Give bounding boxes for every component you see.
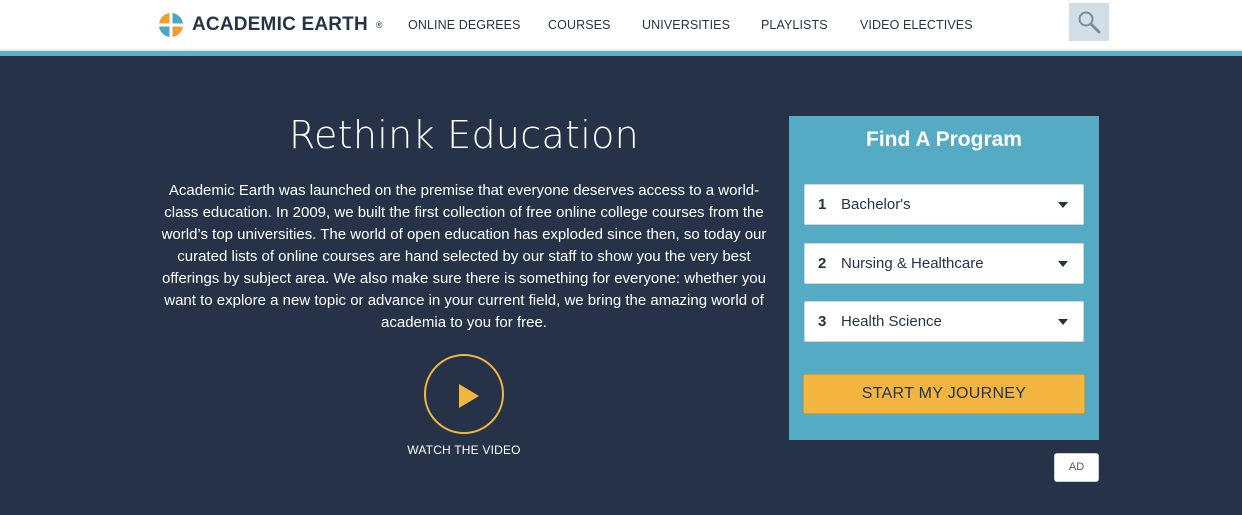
play-icon xyxy=(459,384,479,408)
chevron-down-icon xyxy=(1058,319,1068,325)
header-accent-stripe xyxy=(0,49,1242,56)
start-my-journey-button[interactable]: START MY JOURNEY xyxy=(803,374,1085,414)
program-select[interactable]: 3 Health Science xyxy=(804,301,1084,342)
logo-registered-mark: ® xyxy=(375,20,383,30)
site-header: ACADEMIC EARTH ® ONLINE DEGREES COURSES U… xyxy=(0,0,1242,50)
select-step-number: 3 xyxy=(818,313,827,330)
select-value: Nursing & Healthcare xyxy=(841,255,984,272)
watch-video-label[interactable]: WATCH THE VIDEO xyxy=(364,443,564,457)
chevron-down-icon xyxy=(1058,202,1068,208)
find-program-panel: Find A Program 1 Bachelor's 2 Nursing & … xyxy=(789,116,1099,440)
subject-area-select[interactable]: 2 Nursing & Healthcare xyxy=(804,243,1084,284)
nav-video-electives[interactable]: VIDEO ELECTIVES xyxy=(860,18,973,32)
site-logo[interactable]: ACADEMIC EARTH ® xyxy=(158,12,383,38)
select-value: Bachelor's xyxy=(841,196,911,213)
select-step-number: 1 xyxy=(818,196,827,213)
hero-title: Rethink Education xyxy=(288,113,640,157)
select-step-number: 2 xyxy=(818,255,827,272)
nav-courses[interactable]: COURSES xyxy=(548,18,611,32)
chevron-down-icon xyxy=(1058,261,1068,267)
search-button[interactable] xyxy=(1069,3,1109,41)
search-icon xyxy=(1078,11,1101,34)
degree-level-select[interactable]: 1 Bachelor's xyxy=(804,184,1084,225)
select-value: Health Science xyxy=(841,313,942,330)
nav-universities[interactable]: UNIVERSITIES xyxy=(642,18,730,32)
logo-text: ACADEMIC EARTH xyxy=(192,14,368,35)
ad-badge[interactable]: AD xyxy=(1054,453,1099,482)
nav-playlists[interactable]: PLAYLISTS xyxy=(761,18,828,32)
hero-description: Academic Earth was launched on the premi… xyxy=(161,182,767,331)
find-program-title: Find A Program xyxy=(866,128,1022,151)
globe-logo-icon xyxy=(158,12,184,38)
watch-video-button[interactable] xyxy=(424,354,504,434)
nav-online-degrees[interactable]: ONLINE DEGREES xyxy=(408,18,521,32)
